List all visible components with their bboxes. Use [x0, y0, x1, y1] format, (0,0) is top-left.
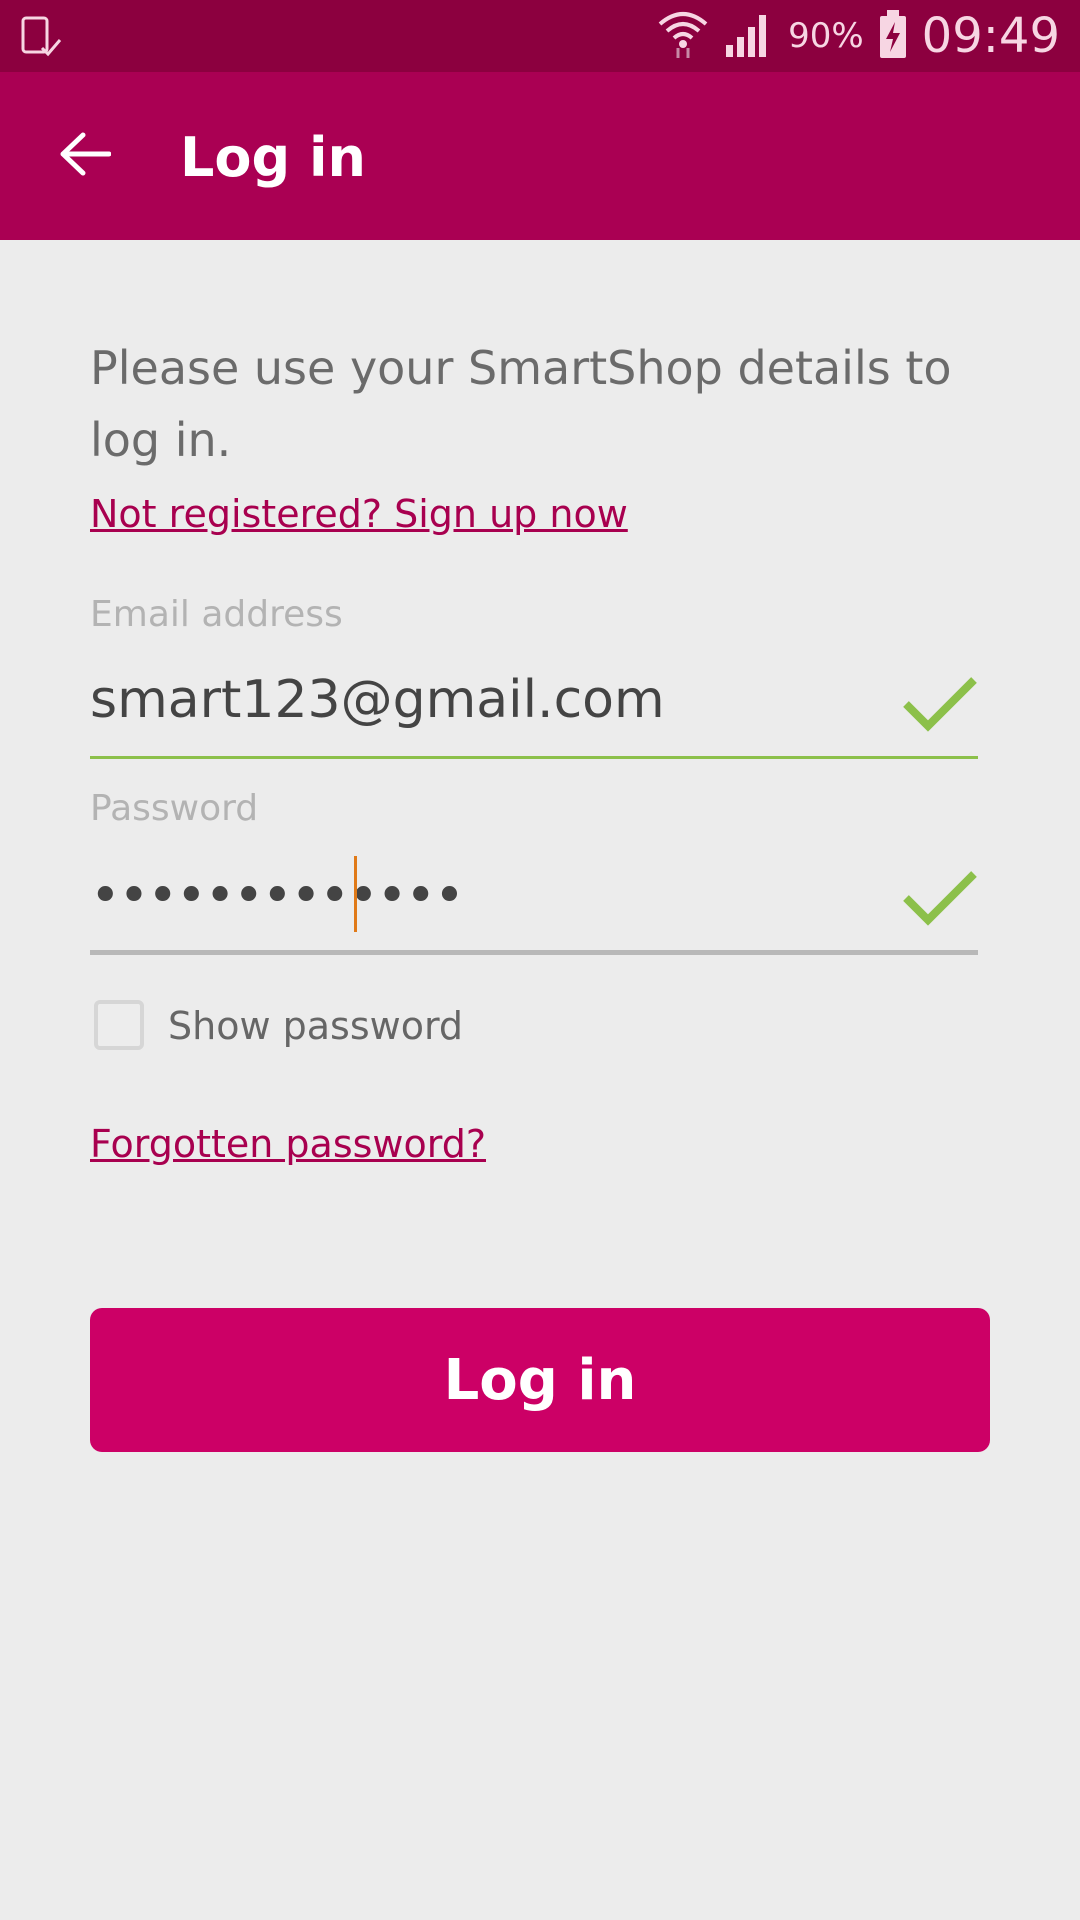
app-bar: Log in	[0, 72, 1080, 240]
page-title: Log in	[180, 126, 366, 189]
password-label: Password	[90, 788, 259, 829]
show-password-checkbox[interactable]	[94, 1000, 144, 1050]
status-bar: 90% 09:49	[0, 0, 1080, 72]
signal-icon	[724, 9, 774, 63]
wifi-icon	[656, 8, 710, 64]
check-icon	[902, 868, 978, 928]
battery-percent: 90%	[788, 16, 864, 56]
clock: 09:49	[921, 8, 1060, 64]
intro-text: Please use your SmartShop details to log…	[90, 341, 952, 467]
show-password-label[interactable]: Show password	[168, 1004, 463, 1048]
sign-up-link[interactable]: Not registered? Sign up now	[90, 492, 628, 536]
email-underline	[90, 756, 978, 759]
forgotten-password-link[interactable]: Forgotten password?	[90, 1122, 486, 1166]
email-label: Email address	[90, 594, 343, 635]
back-button[interactable]	[40, 116, 130, 196]
notification-device-icon	[18, 12, 68, 62]
battery-charging-icon	[878, 8, 908, 64]
arrow-left-icon	[59, 131, 112, 181]
password-field[interactable]: •••••••••••••	[90, 866, 465, 926]
check-icon	[902, 674, 978, 734]
text-caret	[354, 856, 357, 932]
email-field[interactable]: smart123@gmail.com	[90, 670, 665, 730]
password-underline	[90, 950, 978, 955]
log-in-button[interactable]: Log in	[90, 1308, 990, 1452]
